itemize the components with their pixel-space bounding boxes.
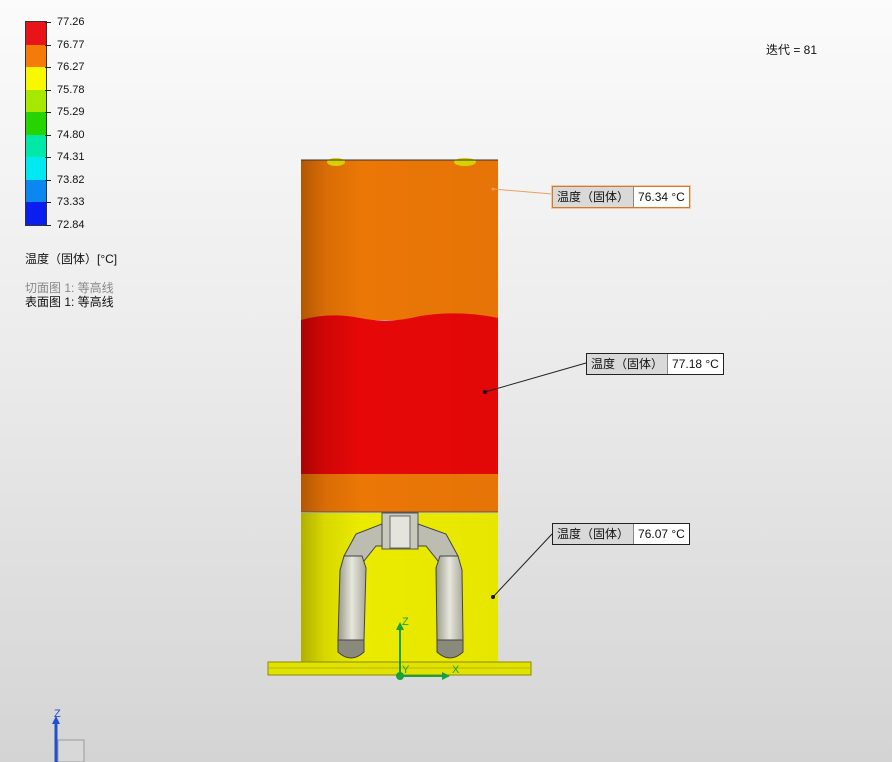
cylinder-hot-region <box>301 313 498 474</box>
probe-value: 77.18 °C <box>668 354 723 374</box>
view-orientation-triad <box>52 716 85 762</box>
probe-label-top[interactable]: 温度（固体） 76.34 °C <box>552 186 690 208</box>
axis-label-y: Y <box>402 664 410 676</box>
probe-quantity: 温度（固体） <box>553 187 635 207</box>
cylinder-lower-band <box>301 474 498 512</box>
view-axis-label-z: Z <box>54 708 61 720</box>
hotspot-right <box>454 158 476 166</box>
axis-label-x: X <box>452 664 460 676</box>
probe-value: 76.34 °C <box>634 187 689 207</box>
probe-quantity: 温度（固体） <box>587 354 669 374</box>
cylinder-top-region <box>301 158 498 320</box>
probe-label-bottom[interactable]: 温度（固体） 76.07 °C <box>552 523 690 545</box>
probe-value: 76.07 °C <box>634 524 689 544</box>
axis-label-z: Z <box>402 616 409 628</box>
probe-quantity: 温度（固体） <box>553 524 635 544</box>
hotspot-left <box>327 158 345 166</box>
model-viewport[interactable] <box>0 0 892 762</box>
probe-label-middle[interactable]: 温度（固体） 77.18 °C <box>586 353 724 375</box>
